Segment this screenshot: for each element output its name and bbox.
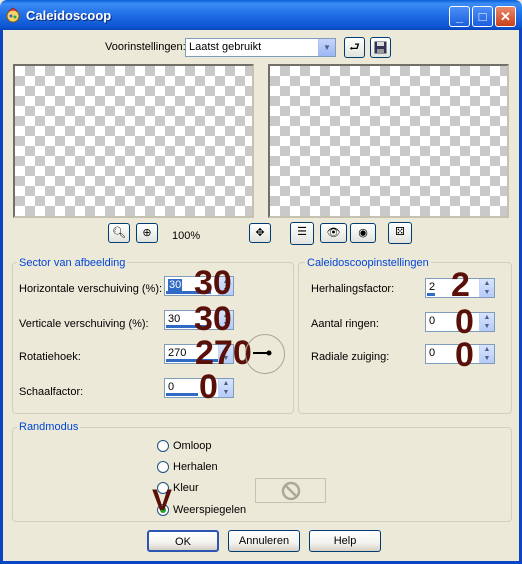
vertical-offset-label: Verticale verschuiving (%):	[19, 318, 149, 330]
rings-value: 0	[429, 315, 436, 327]
proof-button[interactable]: 👁︎	[320, 223, 347, 243]
zoom-in-icon: ⊕	[142, 227, 152, 239]
spinner-icon[interactable]: ▲ ▼	[479, 345, 494, 363]
spinner-icon[interactable]: ▲ ▼	[479, 313, 494, 331]
rotation-value: 270	[168, 347, 187, 359]
eye-icon: 👁︎	[326, 227, 341, 239]
maximize-button[interactable]: □	[472, 6, 493, 27]
radio-weerspiegelen-label[interactable]: Weerspiegelen	[173, 504, 246, 516]
annotation-rings: 0	[455, 303, 474, 341]
annotation-radial: 0	[455, 336, 474, 374]
rings-label: Aantal ringen:	[311, 318, 379, 330]
annotation-checkmark: V	[152, 484, 173, 517]
annotation-repeat: 2	[451, 266, 470, 304]
reset-preset-button[interactable]: ⮐	[344, 37, 365, 58]
minimize-button[interactable]: _	[449, 6, 470, 27]
close-button[interactable]: ✕	[495, 6, 516, 27]
dial-pointer-icon	[253, 350, 272, 356]
eye-icon: ◉	[358, 227, 368, 239]
auto-proof-button[interactable]: ◉	[350, 223, 376, 243]
chevron-down-icon[interactable]: ▼	[318, 39, 335, 56]
zoom-in-button[interactable]: ⊕	[136, 223, 158, 243]
annotation-rotation: 270	[195, 334, 252, 372]
repeat-factor-value: 2	[429, 281, 436, 293]
radial-suction-label: Radiale zuiging:	[311, 351, 390, 363]
rotation-dial[interactable]	[245, 334, 285, 374]
repeat-factor-bar	[427, 293, 435, 296]
edge-mode-group	[12, 427, 512, 522]
presets-label: Voorinstellingen:	[105, 41, 186, 53]
ok-button[interactable]: OK	[147, 530, 219, 552]
disabled-icon	[281, 481, 301, 501]
scale-label: Schaalfactor:	[19, 386, 84, 398]
floppy-disk-icon	[374, 41, 387, 54]
result-preview[interactable]	[268, 64, 509, 218]
spinner-icon[interactable]: ▲ ▼	[479, 279, 494, 297]
original-preview[interactable]	[13, 64, 254, 218]
scale-bar	[166, 393, 198, 396]
scale-value: 0	[168, 381, 175, 393]
move-icon: ✥	[255, 227, 265, 239]
horizontal-offset-label: Horizontale verschuiving (%):	[19, 283, 163, 295]
app-icon	[5, 7, 21, 23]
toggle-preview-button[interactable]: ☰	[290, 222, 314, 245]
radio-kleur-label[interactable]: Kleur	[173, 482, 199, 494]
annotation-scale: 0	[199, 368, 218, 406]
spinner-icon[interactable]: ▲ ▼	[218, 379, 233, 397]
radio-omloop[interactable]	[157, 440, 169, 452]
horizontal-offset-value: 30	[168, 279, 183, 291]
help-button[interactable]: Help	[309, 530, 381, 552]
presets-value: Laatst gebruikt	[189, 41, 262, 53]
sector-group-title: Sector van afbeelding	[17, 257, 128, 269]
rotation-label: Rotatiehoek:	[19, 351, 81, 363]
zoom-level: 100%	[172, 230, 201, 242]
radial-suction-value: 0	[429, 347, 436, 359]
save-preset-button[interactable]	[370, 37, 391, 58]
presets-select[interactable]: Laatst gebruikt ▼	[185, 38, 336, 57]
reset-arrow-icon: ⮐	[349, 40, 360, 54]
radio-omloop-label[interactable]: Omloop	[173, 440, 212, 452]
repeat-factor-label: Herhalingsfactor:	[311, 283, 395, 295]
radio-herhalen-label[interactable]: Herhalen	[173, 461, 218, 473]
zoom-out-icon: 🔍︎	[112, 227, 126, 239]
annotation-horizontal: 30	[194, 264, 232, 302]
zoom-out-button[interactable]: 🔍︎	[108, 223, 130, 243]
edge-mode-group-title: Randmodus	[17, 421, 81, 433]
window-title: Caleidoscoop	[26, 8, 112, 23]
color-swatch[interactable]	[255, 478, 326, 503]
randomize-button[interactable]: ⚄	[388, 222, 412, 244]
dice-icon: ⚄	[395, 226, 405, 238]
annotation-vertical: 30	[194, 300, 232, 338]
list-icon: ☰	[297, 226, 307, 238]
radio-herhalen[interactable]	[157, 461, 169, 473]
cancel-button[interactable]: Annuleren	[228, 530, 300, 552]
vertical-offset-value: 30	[168, 313, 181, 325]
kaleidoscope-group-title: Caleidoscoopinstellingen	[305, 257, 431, 269]
pan-button[interactable]: ✥	[249, 223, 271, 243]
